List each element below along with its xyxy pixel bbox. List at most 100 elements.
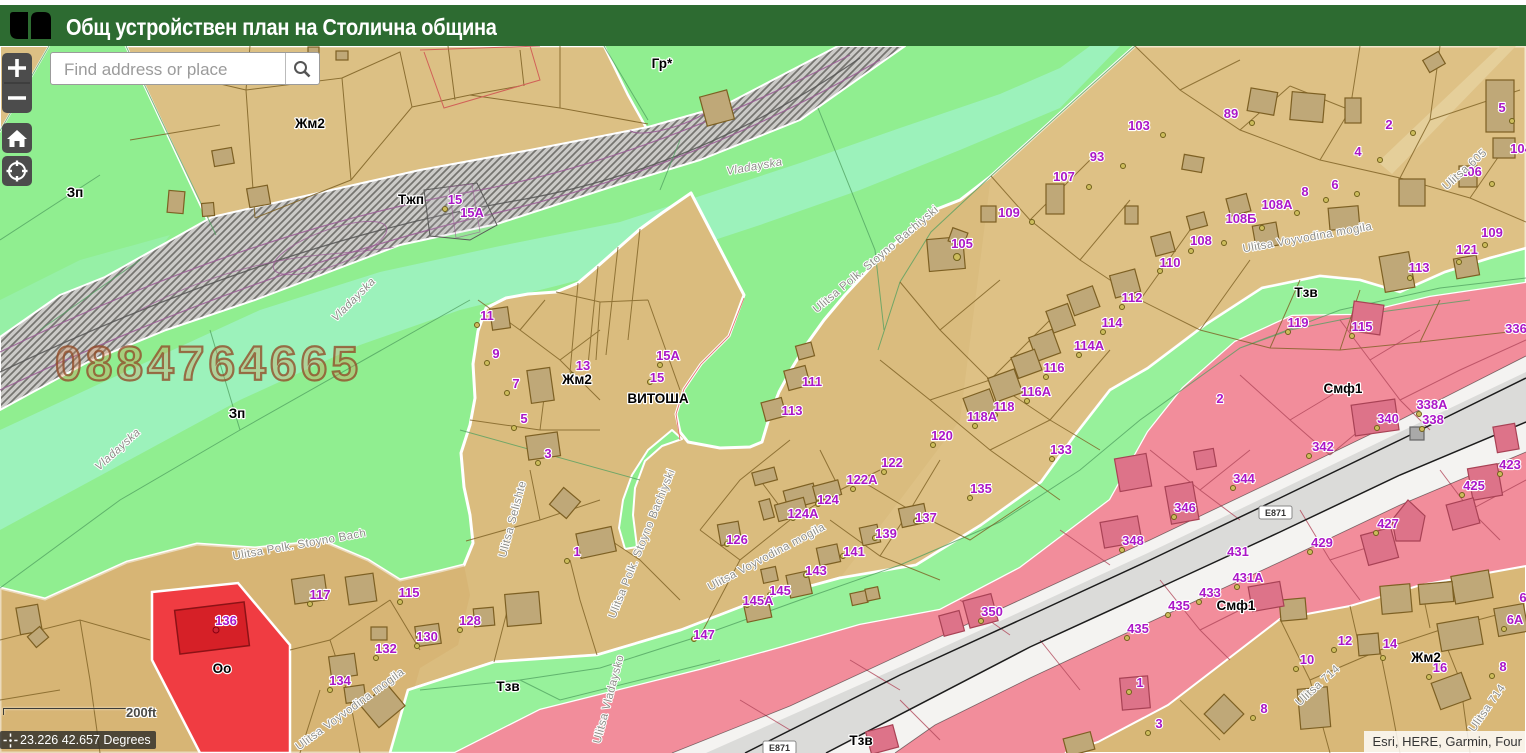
svg-text:108A: 108A [1261,197,1293,212]
svg-text:93: 93 [1090,149,1104,164]
svg-text:141: 141 [843,544,865,559]
svg-text:E871: E871 [1265,508,1286,518]
svg-text:6: 6 [1519,590,1526,605]
svg-text:Тзв: Тзв [849,733,872,748]
svg-text:2: 2 [1385,117,1392,132]
svg-text:119: 119 [1288,315,1309,330]
svg-text:105: 105 [951,236,973,251]
svg-text:E871: E871 [769,743,790,753]
svg-text:14: 14 [1383,636,1398,651]
svg-text:139: 139 [875,526,897,541]
svg-text:431A: 431A [1232,570,1264,585]
svg-text:9: 9 [492,346,499,361]
svg-text:126: 126 [726,532,748,547]
svg-text:122: 122 [881,455,903,470]
svg-text:3: 3 [544,446,551,461]
svg-text:5: 5 [1498,100,1505,115]
svg-text:435: 435 [1127,621,1149,636]
svg-text:2: 2 [1216,391,1223,406]
svg-text:5: 5 [520,411,527,426]
svg-text:115: 115 [1352,319,1373,334]
svg-text:113: 113 [782,403,803,418]
svg-text:348: 348 [1122,533,1144,548]
svg-text:118: 118 [994,399,1015,414]
svg-text:108Б: 108Б [1225,211,1256,226]
svg-text:ВИТОША: ВИТОША [627,391,688,406]
svg-text:108: 108 [1190,233,1212,248]
svg-text:8: 8 [1260,701,1267,716]
svg-text:Тзв: Тзв [1294,285,1317,300]
svg-text:8: 8 [1499,659,1506,674]
svg-text:Смф1: Смф1 [1324,381,1363,396]
svg-text:112: 112 [1122,290,1143,305]
svg-text:350: 350 [981,604,1003,619]
svg-text:338: 338 [1422,412,1444,427]
svg-text:423: 423 [1499,457,1521,472]
svg-text:340: 340 [1377,411,1399,426]
svg-text:111: 111 [802,374,822,389]
svg-text:1: 1 [573,544,580,559]
svg-text:Гр*: Гр* [652,56,673,71]
svg-text:3: 3 [1155,716,1162,731]
svg-text:Жм2: Жм2 [294,116,325,131]
svg-text:145: 145 [769,583,791,598]
svg-text:137: 137 [915,510,937,525]
svg-text:342: 342 [1312,439,1334,454]
svg-text:89: 89 [1224,106,1238,121]
svg-text:10: 10 [1300,652,1314,667]
svg-text:6A: 6A [1507,612,1524,627]
svg-text:344: 344 [1233,471,1255,486]
svg-text:128: 128 [459,613,481,628]
svg-text:143: 143 [805,563,827,578]
svg-text:132: 132 [375,641,397,656]
svg-text:122A: 122A [846,472,878,487]
svg-text:103: 103 [1128,118,1150,133]
svg-text:116A: 116A [1021,384,1052,399]
svg-text:Тзв: Тзв [496,679,519,694]
svg-text:124A: 124A [787,506,819,521]
svg-text:Смф1: Смф1 [1217,598,1256,613]
svg-text:135: 135 [970,481,992,496]
svg-text:109: 109 [998,205,1020,220]
svg-text:8: 8 [1301,184,1308,199]
svg-text:1: 1 [1136,675,1143,690]
svg-text:15A: 15A [460,205,484,220]
svg-text:429: 429 [1311,535,1333,550]
svg-text:115: 115 [399,585,420,600]
svg-text:4: 4 [1354,144,1362,159]
svg-text:Жм2: Жм2 [1410,650,1441,665]
svg-text:338A: 338A [1416,397,1448,412]
svg-text:Тжп: Тжп [398,192,424,207]
svg-text:116: 116 [1044,360,1065,375]
svg-text:124: 124 [817,492,839,507]
svg-text:435: 435 [1168,598,1190,613]
svg-text:346: 346 [1174,500,1196,515]
svg-text:120: 120 [931,428,953,443]
svg-text:114A: 114A [1074,338,1105,353]
svg-text:336: 336 [1505,321,1526,336]
svg-text:110: 110 [1160,255,1181,270]
svg-text:147: 147 [693,627,715,642]
svg-text:13: 13 [576,358,590,373]
svg-text:134: 134 [329,673,351,688]
svg-text:15A: 15A [656,348,680,363]
svg-text:113: 113 [1409,260,1430,275]
svg-text:431: 431 [1227,544,1249,559]
svg-text:121: 121 [1456,242,1478,257]
svg-text:Зп: Зп [229,406,246,421]
svg-text:114: 114 [1102,315,1124,330]
svg-text:130: 130 [416,629,438,644]
svg-text:109: 109 [1481,225,1503,240]
svg-text:6: 6 [1331,177,1338,192]
svg-text:12: 12 [1338,633,1352,648]
svg-text:136: 136 [215,613,237,628]
svg-text:117: 117 [310,587,331,602]
svg-text:7: 7 [512,376,519,391]
svg-text:427: 427 [1377,516,1399,531]
svg-text:Зп: Зп [67,185,84,200]
svg-text:107: 107 [1053,169,1075,184]
svg-text:133: 133 [1050,442,1072,457]
svg-text:11: 11 [480,308,494,323]
svg-text:Жм2: Жм2 [561,372,592,387]
svg-text:104: 104 [1510,141,1526,156]
